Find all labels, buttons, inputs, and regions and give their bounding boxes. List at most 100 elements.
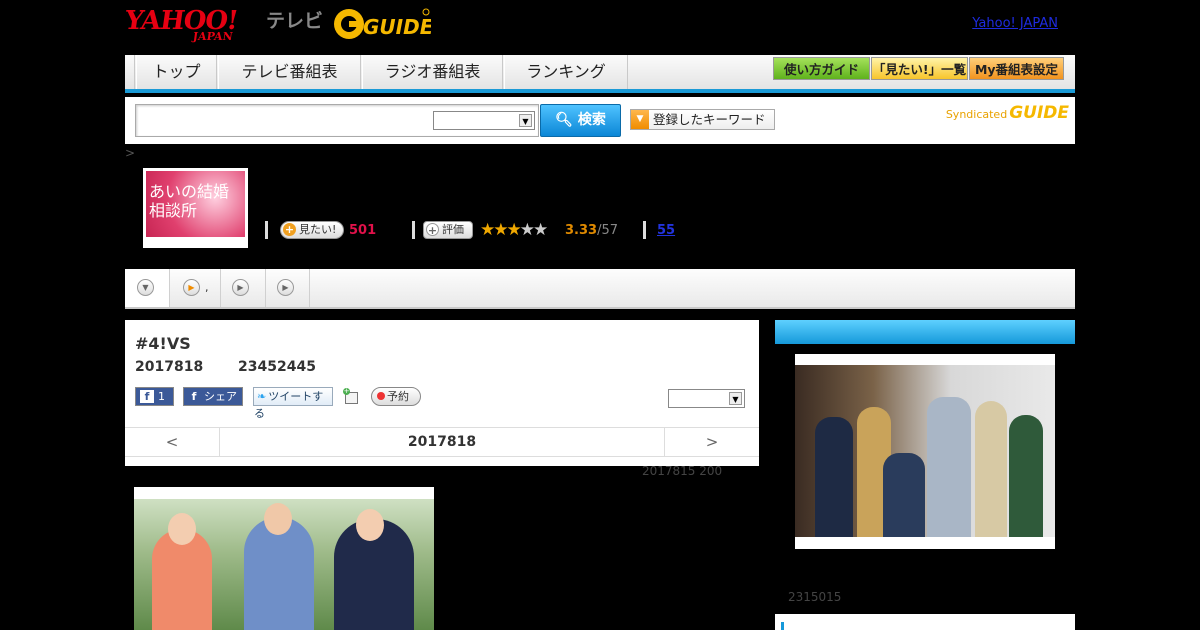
person-figure <box>1009 415 1043 537</box>
saved-keyword-button[interactable]: ▼ 登録したキーワード <box>630 109 775 130</box>
person-face <box>168 513 196 545</box>
facebook-like-button[interactable]: f1 <box>135 387 174 406</box>
person-figure <box>883 453 925 537</box>
section-marker <box>781 622 784 630</box>
episode-photo <box>134 487 434 630</box>
nav-tab-radio-schedule[interactable]: ラジオ番組表 <box>362 55 503 89</box>
program-thumbnail-title: あいの結婚相談所 <box>149 182 230 220</box>
star-icon: ★ <box>506 220 522 240</box>
facebook-share-label: シェア <box>204 390 237 403</box>
play-icon: ▶ <box>277 279 294 296</box>
person-figure <box>927 397 971 537</box>
separator <box>265 221 268 239</box>
person-figure <box>975 401 1007 537</box>
mitai-button[interactable]: + 見たい! <box>280 221 344 239</box>
star-icon: ★ <box>519 220 535 240</box>
tab-video[interactable]: ▶ , <box>171 269 221 307</box>
separator <box>412 221 415 239</box>
main-navbar: トップ テレビ番組表 ラジオ番組表 ランキング 使い方ガイド 「見たい!」一覧 … <box>125 55 1075 93</box>
reserve-button[interactable]: 予約 <box>371 387 421 406</box>
star-icon: ★ <box>493 220 508 240</box>
logo-tv-text[interactable]: テレビ <box>266 6 323 33</box>
syndicated-logo: Syndicated GUIDE <box>946 103 1069 123</box>
guide-button[interactable]: 使い方ガイド <box>773 57 870 80</box>
chevron-down-icon: ▼ <box>137 279 154 296</box>
person-figure <box>815 417 853 537</box>
calendar-add-icon[interactable]: + <box>343 388 360 405</box>
cast-photo-image <box>795 365 1055 537</box>
rating-label: 評価 <box>442 223 464 236</box>
play-icon: ▶ <box>232 279 249 296</box>
tab-video-label: , <box>205 281 209 294</box>
cast-photo-caption: 2315015 <box>788 590 842 604</box>
episode-photo-image <box>134 499 434 630</box>
star-icon: ★ <box>480 220 495 240</box>
pager-next-button[interactable]: > <box>664 428 759 456</box>
record-icon <box>377 392 385 400</box>
search-bar: ▼ 🔍︎ 検索 ▼ 登録したキーワード Syndicated GUIDE <box>125 97 1075 144</box>
chevron-down-icon: ▼ <box>729 392 742 405</box>
episode-pager: < 2017818 > <box>125 427 759 457</box>
nav-tab-top[interactable]: トップ <box>136 55 217 89</box>
chevron-down-icon: ▼ <box>519 114 532 127</box>
saved-keyword-label: 登録したキーワード <box>653 112 766 127</box>
search-category-select[interactable]: ▼ <box>433 111 535 130</box>
cast-photo <box>795 354 1055 549</box>
my-schedule-button[interactable]: My番組表設定 <box>969 57 1064 80</box>
right-column: 2315015 <box>775 320 1075 630</box>
tweet-button[interactable]: ❧ ツイートする <box>253 387 333 420</box>
search-button-label: 検索 <box>577 112 606 128</box>
gguide-logo[interactable]: GUIDE <box>333 6 431 42</box>
search-button[interactable]: 🔍︎ 検索 <box>540 104 621 137</box>
rating-stars: ★★★★★ <box>480 220 548 240</box>
tab-comments[interactable]: ▶ <box>267 269 310 307</box>
rating-score: 3.33 <box>565 223 598 238</box>
episode-time: 23452445 <box>238 359 316 375</box>
reserve-label: 予約 <box>387 390 409 403</box>
comment-count-link[interactable]: 55 <box>657 223 675 238</box>
nav-tab-ranking[interactable]: ランキング <box>504 55 628 89</box>
pager-prev-button[interactable]: < <box>125 428 220 456</box>
tab-episodes[interactable]: ▶ <box>222 269 266 307</box>
mitai-count: 501 <box>349 223 377 238</box>
episode-select[interactable]: ▼ <box>668 389 745 408</box>
program-thumbnail[interactable]: あいの結婚相談所 <box>143 168 248 248</box>
episode-panel: #4!VS 2017818 23452445 f1 f シェア ❧ ツイートする +… <box>125 320 759 466</box>
dropdown-arrow-icon: ▼ <box>631 110 649 129</box>
rating-button[interactable]: + 評価 <box>423 221 473 239</box>
search-icon: 🔍︎ <box>555 112 573 128</box>
yahoo-japan-logo[interactable]: YAHOO! JAPAN <box>123 6 240 43</box>
person-face <box>356 509 384 541</box>
rating-value: 3.33/57 <box>565 223 618 238</box>
play-icon: ▶ <box>183 279 200 296</box>
episode-title: #4!VS <box>135 334 191 353</box>
header: YAHOO! JAPAN テレビ GUIDE Yahoo! JAPAN <box>123 0 1075 55</box>
breadcrumb[interactable]: > <box>125 146 135 160</box>
plus-icon: + <box>283 223 296 236</box>
facebook-like-count: 1 <box>158 390 165 403</box>
yahoo-japan-link[interactable]: Yahoo! JAPAN <box>972 16 1058 31</box>
facebook-share-button[interactable]: f シェア <box>183 387 243 406</box>
separator <box>643 221 646 239</box>
twitter-bird-icon: ❧ <box>257 390 267 403</box>
facebook-icon: f <box>140 390 154 403</box>
star-icon: ★ <box>533 220 548 240</box>
person-face <box>264 503 292 535</box>
facebook-icon: f <box>191 390 197 403</box>
rating-count: /57 <box>597 223 618 238</box>
svg-text:GUIDE: GUIDE <box>363 15 431 39</box>
update-note: 2017815 200 <box>642 464 723 478</box>
syndicated-text: Syndicated <box>945 108 1008 121</box>
pager-current-date: 2017818 <box>407 434 477 450</box>
nav-tab-tv-schedule[interactable]: テレビ番組表 <box>218 55 361 89</box>
episode-date: 2017818 <box>135 359 204 375</box>
program-tabs: ▼ ▶ , ▶ ▶ <box>125 269 1075 309</box>
mitai-label: 見たい! <box>299 223 337 236</box>
syndicated-gguide-text: GUIDE <box>1009 103 1069 123</box>
right-column-header <box>775 320 1075 344</box>
logo-japan-text: JAPAN <box>191 30 234 43</box>
plus-icon: + <box>426 223 439 237</box>
tab-info[interactable]: ▼ <box>125 269 170 307</box>
right-column-body: 2315015 <box>775 344 1075 614</box>
mitai-list-button[interactable]: 「見たい!」一覧 <box>871 57 968 80</box>
